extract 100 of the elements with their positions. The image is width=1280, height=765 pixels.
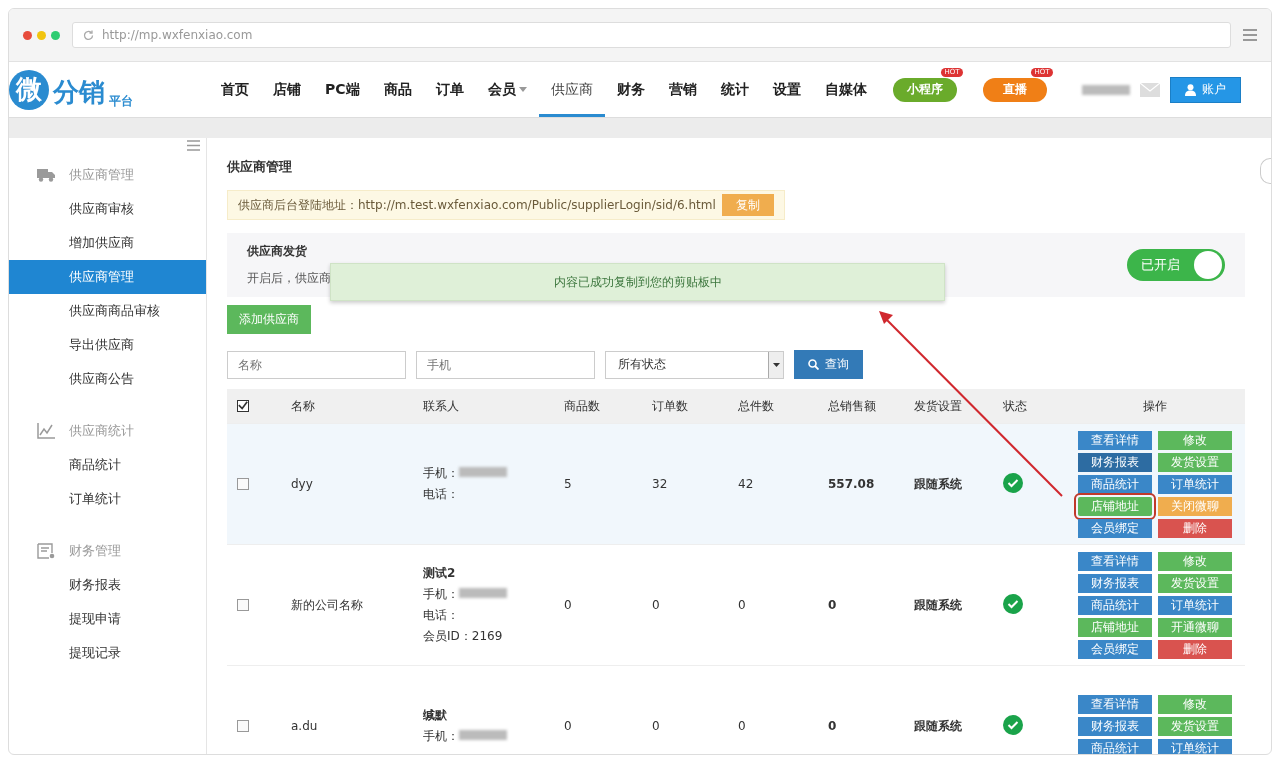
action-button[interactable]: 发货设置: [1158, 452, 1232, 472]
table-cell: 跟随系统: [914, 718, 962, 733]
mail-icon[interactable]: [1140, 82, 1160, 97]
menu-icon[interactable]: [1243, 29, 1257, 41]
close-dot-icon[interactable]: [23, 30, 32, 40]
blurred-username: [1082, 84, 1130, 95]
action-button[interactable]: 发货设置: [1158, 573, 1232, 593]
sidebar-item[interactable]: 导出供应商: [9, 328, 206, 362]
sidebar-group-title: 供应商管理: [69, 166, 134, 184]
table-cell: 0: [828, 719, 837, 733]
line-chart-icon: [37, 423, 55, 439]
sidebar-group-title: 供应商统计: [69, 422, 134, 440]
action-button[interactable]: 发货设置: [1158, 716, 1232, 736]
action-button[interactable]: 订单统计: [1158, 738, 1232, 754]
nav-tab[interactable]: PC端: [313, 62, 372, 117]
maximize-dot-icon[interactable]: [51, 30, 60, 40]
checkbox[interactable]: [237, 720, 249, 732]
name-field[interactable]: 名称: [227, 350, 406, 379]
address-bar[interactable]: http://mp.wxfenxiao.com: [72, 22, 1231, 48]
checkbox[interactable]: [237, 400, 249, 412]
minimize-dot-icon[interactable]: [37, 30, 46, 40]
column-header: 名称: [291, 398, 315, 413]
account-button[interactable]: 账户: [1170, 76, 1241, 103]
action-button[interactable]: 商品统计: [1078, 738, 1152, 754]
sidebar-item[interactable]: 提现申请: [9, 602, 206, 636]
search-button[interactable]: 查询: [794, 350, 863, 379]
action-button[interactable]: 删除: [1158, 518, 1232, 538]
nav-tab[interactable]: 会员: [475, 62, 539, 117]
action-button[interactable]: 查看详情: [1078, 430, 1152, 450]
login-address-text: 供应商后台登陆地址：http://m.test.wxfenxiao.com/Public/supplierLogin/sid/6.html: [238, 196, 716, 214]
nav-tab[interactable]: 财务: [604, 62, 657, 117]
action-button[interactable]: 修改: [1158, 694, 1232, 714]
action-button[interactable]: 订单统计: [1158, 595, 1232, 615]
contact-line: 手机：: [423, 728, 564, 745]
table-cell: 0: [738, 598, 746, 612]
table-cell: 557.08: [828, 477, 875, 491]
page-title: 供应商管理: [227, 158, 293, 176]
toggle-switch[interactable]: 已开启: [1127, 249, 1225, 281]
sidebar-item[interactable]: 订单统计: [9, 482, 206, 516]
menu-icon[interactable]: [187, 140, 200, 151]
action-button[interactable]: 开通微聊: [1158, 617, 1232, 637]
contact-line: 手机：: [423, 465, 564, 482]
search-icon: [808, 359, 819, 370]
sidebar-item[interactable]: 增加供应商: [9, 226, 206, 260]
sidebar-item[interactable]: 供应商审核: [9, 192, 206, 226]
contact-line: 会员ID：2169: [423, 628, 504, 645]
table-cell: 新的公司名称: [291, 597, 363, 612]
table-cell: 0: [564, 719, 572, 733]
sidebar-group-title: 财务管理: [69, 542, 121, 560]
sidebar-item[interactable]: 提现记录: [9, 636, 206, 670]
action-button[interactable]: 查看详情: [1078, 551, 1152, 571]
table-cell: 0: [738, 719, 746, 733]
column-header: 发货设置: [914, 398, 962, 413]
nav-tab[interactable]: 统计: [708, 62, 761, 117]
nav-tab[interactable]: 自媒体: [812, 62, 879, 117]
action-button[interactable]: 查看详情: [1078, 694, 1152, 714]
action-button[interactable]: 财务报表: [1078, 716, 1152, 736]
nav-tab[interactable]: 商品: [371, 62, 424, 117]
action-button[interactable]: 财务报表: [1078, 573, 1152, 593]
action-button[interactable]: 修改: [1158, 551, 1232, 571]
nav-tab[interactable]: 店铺: [261, 62, 313, 117]
panel-description: 开启后，供应商: [247, 270, 331, 287]
nav-pill[interactable]: 小程序: [892, 77, 957, 102]
action-button[interactable]: 会员绑定: [1078, 639, 1152, 659]
nav-pill[interactable]: 直播: [982, 77, 1047, 102]
sidebar-item[interactable]: 供应商管理: [9, 260, 206, 294]
action-button[interactable]: 财务报表: [1078, 452, 1152, 472]
add-supplier-button[interactable]: 添加供应商: [227, 305, 311, 334]
sidebar-item[interactable]: 商品统计: [9, 448, 206, 482]
truck-icon: [37, 168, 55, 182]
table-cell: 42: [738, 477, 754, 491]
table-cell: 跟随系统: [914, 476, 962, 491]
nav-tab[interactable]: 订单: [423, 62, 476, 117]
column-header: 联系人: [423, 398, 459, 413]
table-cell: 0: [828, 598, 837, 612]
sidebar-item[interactable]: 供应商商品审核: [9, 294, 206, 328]
table-cell: 32: [652, 477, 668, 491]
nav-tab[interactable]: 设置: [760, 62, 813, 117]
action-button[interactable]: 商品统计: [1078, 474, 1152, 494]
action-button[interactable]: 店铺地址: [1078, 617, 1152, 637]
reload-icon: [83, 29, 94, 41]
panel-title: 供应商发货: [247, 243, 308, 260]
sidebar-item[interactable]: 供应商公告: [9, 362, 206, 396]
action-button[interactable]: 修改: [1158, 430, 1232, 450]
success-toast: 内容已成功复制到您的剪贴板中: [330, 263, 945, 301]
checkbox[interactable]: [237, 599, 249, 611]
action-button[interactable]: 删除: [1158, 639, 1232, 659]
table-cell: a.du: [291, 719, 318, 733]
copy-button[interactable]: 复制: [721, 194, 774, 216]
phone-field[interactable]: 手机: [416, 350, 595, 379]
nav-tab[interactable]: 营销: [656, 62, 709, 117]
checkbox[interactable]: [237, 478, 249, 490]
table-cell: 5: [564, 477, 572, 491]
action-button[interactable]: 订单统计: [1158, 474, 1232, 494]
action-button[interactable]: 关闭微聊: [1158, 496, 1232, 516]
collapse-tab[interactable]: [1260, 158, 1271, 184]
sidebar-item[interactable]: 财务报表: [9, 568, 206, 602]
action-button[interactable]: 商品统计: [1078, 595, 1152, 615]
nav-tab[interactable]: 首页: [209, 62, 261, 117]
status-dropdown[interactable]: 所有状态: [605, 350, 784, 379]
